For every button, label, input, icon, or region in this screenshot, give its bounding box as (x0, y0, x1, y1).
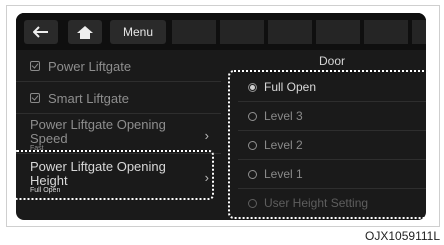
topbar-segment (364, 20, 408, 44)
topbar-segment (316, 20, 360, 44)
list-item-label: Smart Liftgate (48, 91, 129, 106)
topbar-segment (220, 20, 264, 44)
figure-code: OJX1059111L (365, 229, 440, 243)
highlight-outline (228, 70, 435, 219)
list-item-label: Power Liftgate (48, 59, 132, 74)
panel-title: Door (318, 54, 345, 68)
home-icon (77, 25, 93, 39)
list-item-opening-speed[interactable]: Power Liftgate Opening Speed Fast › (16, 114, 221, 154)
topbar-segment (412, 20, 426, 44)
menu-button[interactable]: Menu (110, 20, 166, 44)
label-line: Power Liftgate Opening (30, 117, 166, 132)
topbar-segment (268, 20, 312, 44)
list-item-label: Power Liftgate Opening Speed (30, 118, 166, 146)
topbar-segment (172, 20, 216, 44)
list-item-smart-liftgate[interactable]: Smart Liftgate (16, 82, 221, 114)
checkbox-icon[interactable] (30, 61, 40, 71)
top-bar: Menu (16, 13, 426, 50)
back-button[interactable] (24, 20, 58, 44)
highlight-outline (12, 150, 214, 200)
arrow-left-icon (33, 26, 48, 38)
home-button[interactable] (68, 20, 102, 44)
checkbox-icon[interactable] (30, 93, 40, 103)
list-item-power-liftgate[interactable]: Power Liftgate (16, 50, 221, 82)
label-line: Speed (30, 131, 68, 146)
chevron-right-icon: › (204, 128, 209, 143)
